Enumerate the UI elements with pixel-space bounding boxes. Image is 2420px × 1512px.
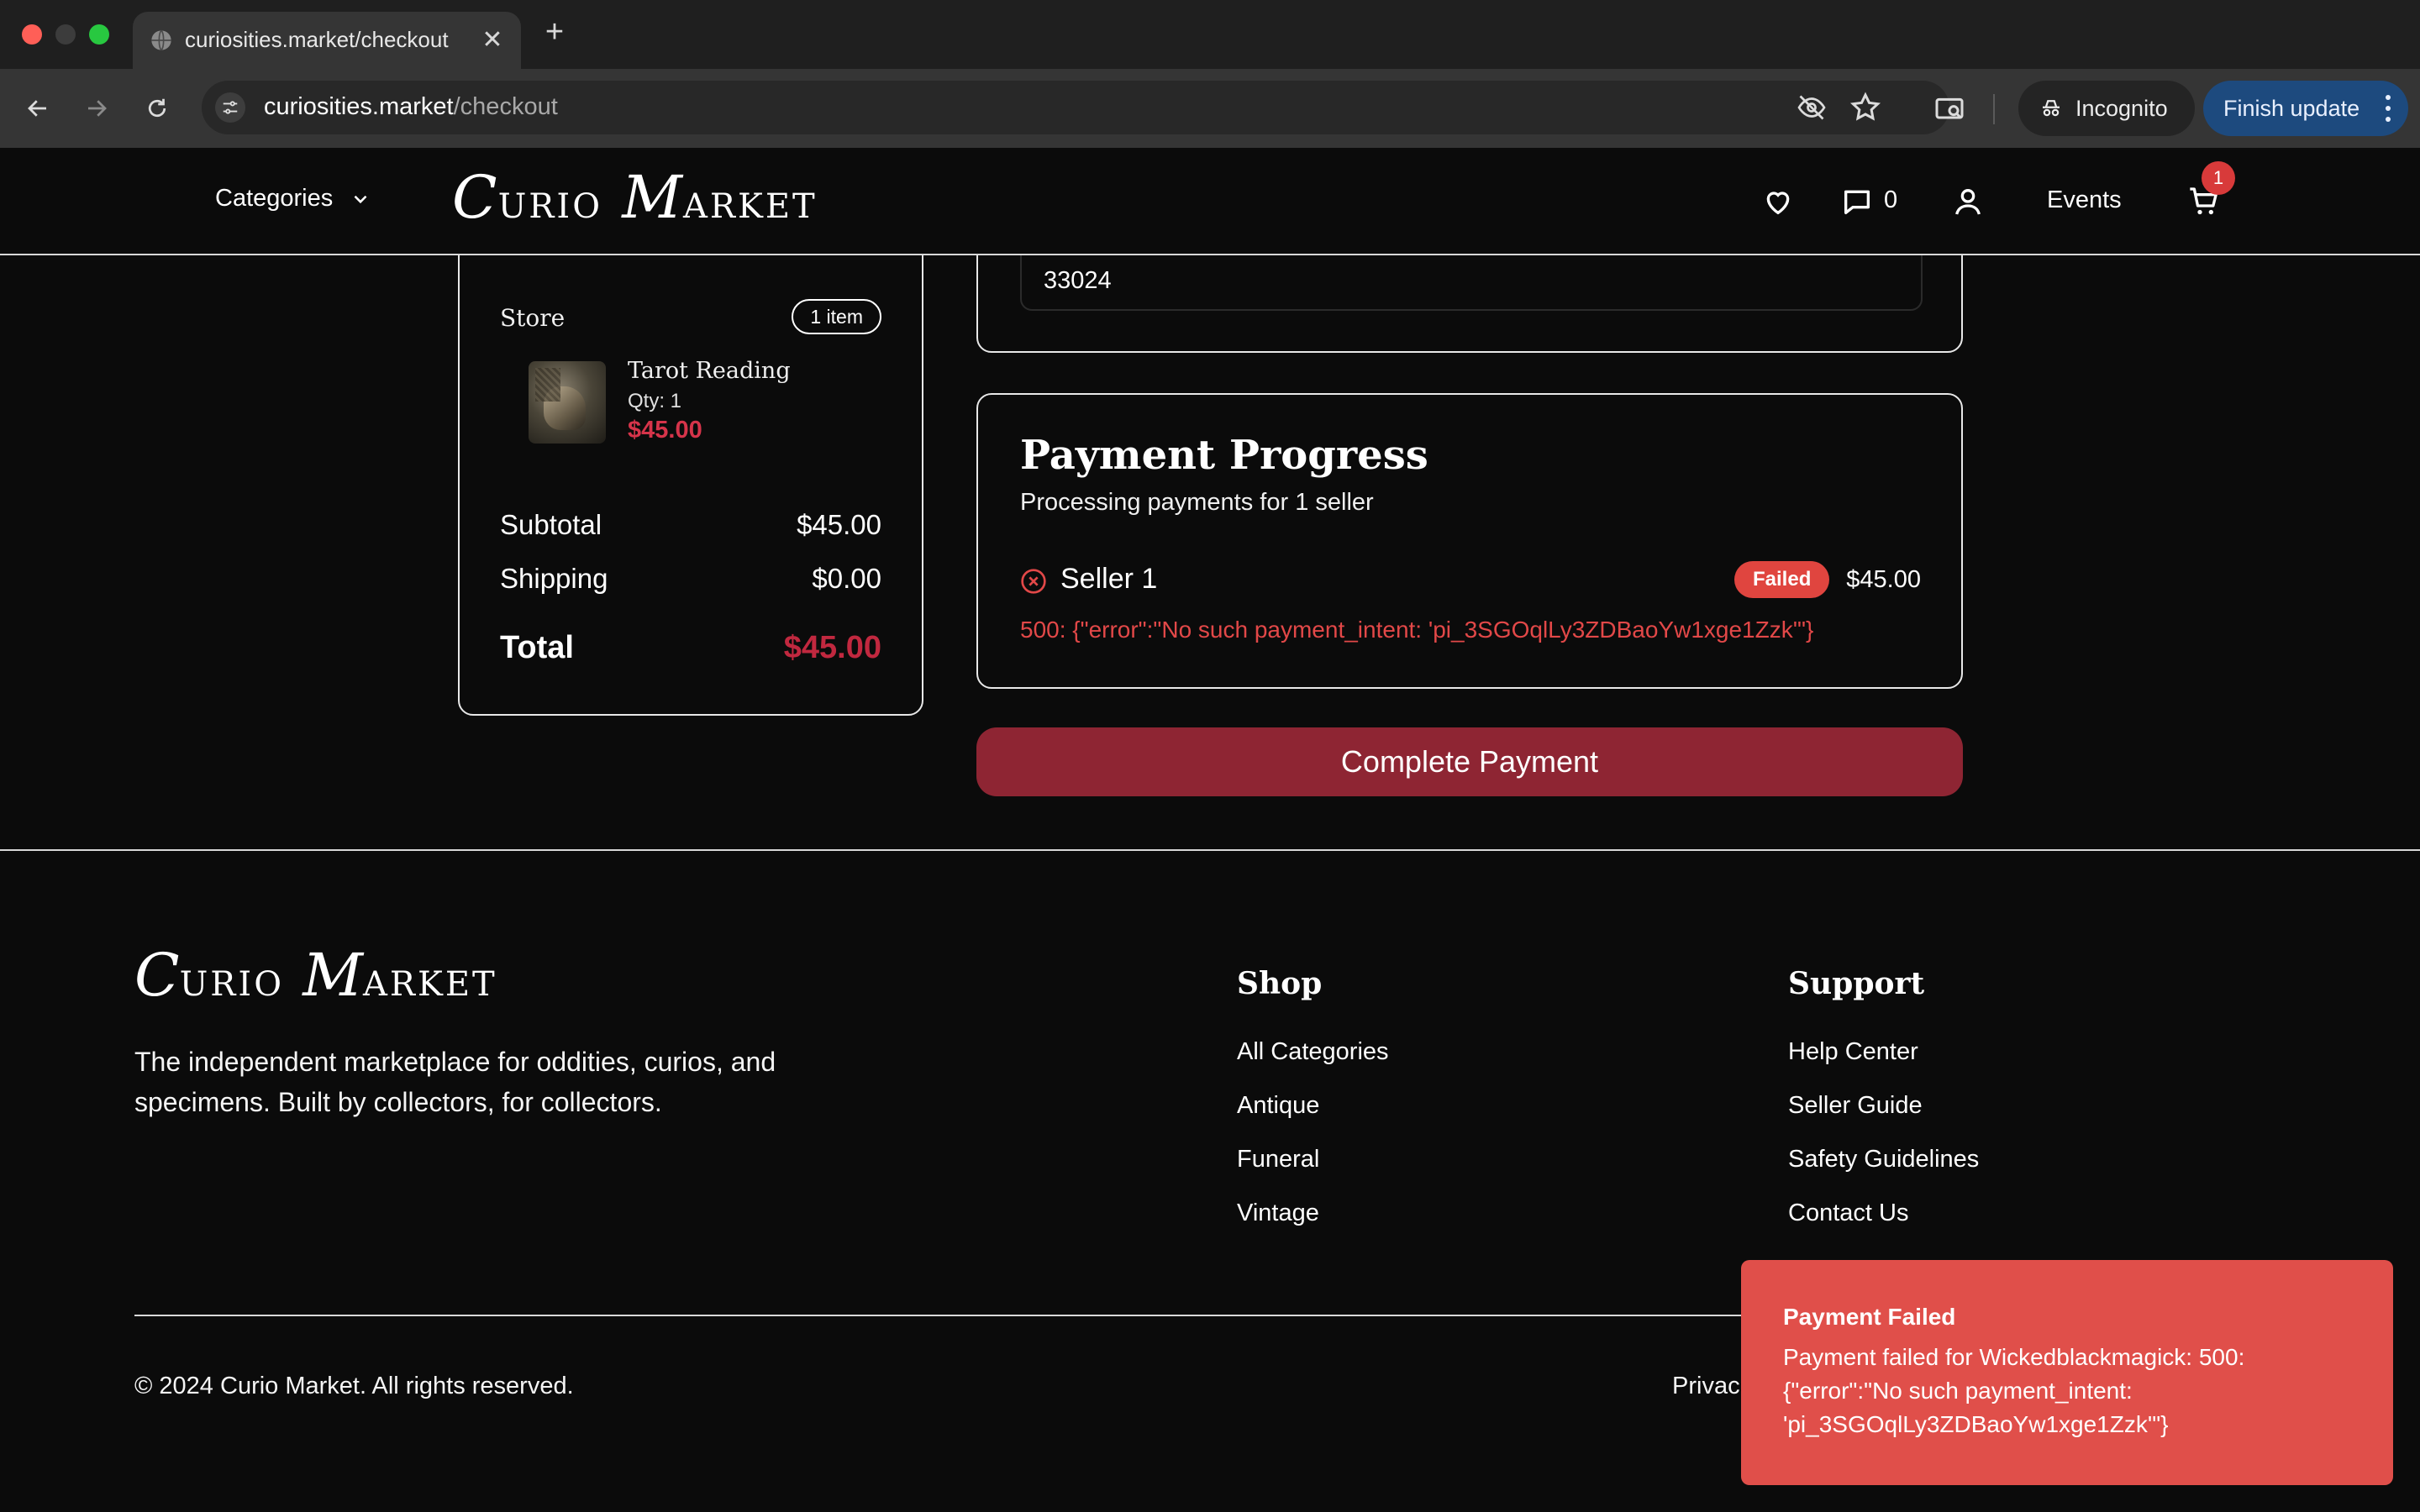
payment-progress-card: Payment Progress Processing payments for… — [976, 393, 1963, 689]
window-minimize-button[interactable] — [55, 24, 76, 45]
footer-link-help-center[interactable]: Help Center — [1788, 1038, 1918, 1066]
x-circle-icon — [1021, 569, 1046, 594]
item-count-badge: 1 item — [792, 299, 881, 334]
window-close-button[interactable] — [22, 24, 42, 45]
address-bar[interactable]: curiosities.market/checkout — [202, 81, 1949, 134]
product-thumbnail — [529, 361, 606, 444]
toast-title: Payment Failed — [1783, 1304, 1956, 1330]
total-label: Total — [500, 630, 574, 665]
footer-link-contact-us[interactable]: Contact Us — [1788, 1200, 1908, 1227]
categories-dropdown[interactable]: Categories — [215, 185, 371, 213]
complete-payment-button[interactable]: Complete Payment — [976, 727, 1963, 796]
site-logo[interactable]: CURIO MARKET — [452, 163, 818, 232]
footer-link-privacy[interactable]: Privac — [1672, 1373, 1740, 1400]
site-settings-icon[interactable] — [215, 92, 245, 123]
finish-update-label: Finish update — [2223, 95, 2360, 121]
categories-label: Categories — [215, 185, 334, 212]
chevron-down-icon — [354, 195, 367, 203]
payment-error-message: 500: {"error":"No such payment_intent: '… — [1020, 617, 1814, 643]
footer-logo[interactable]: CURIO MARKET — [134, 941, 497, 1010]
seller-amount: $45.00 — [1846, 566, 1921, 593]
support-heading: Support — [1788, 966, 1925, 1001]
shop-heading: Shop — [1237, 966, 1323, 1001]
events-link[interactable]: Events — [2047, 186, 2122, 214]
payment-progress-title: Payment Progress — [1020, 432, 1428, 479]
cart-count-badge: 1 — [2202, 161, 2235, 195]
order-summary-card: Store 1 item Tarot Reading Qty: 1 $45.00… — [458, 210, 923, 716]
footer-description: The independent marketplace for oddities… — [134, 1047, 776, 1117]
globe-icon — [151, 29, 171, 51]
incognito-label: Incognito — [2075, 95, 2168, 121]
heart-icon[interactable] — [1761, 185, 1795, 218]
incognito-button[interactable]: Incognito — [2018, 81, 2195, 136]
shipping-value: $0.00 — [812, 563, 881, 594]
back-arrow-icon[interactable] — [18, 89, 57, 128]
forward-arrow-icon[interactable] — [77, 89, 116, 128]
seller-name: Seller 1 — [1060, 563, 1158, 595]
eye-off-icon[interactable] — [1795, 92, 1828, 123]
footer-link-all-categories[interactable]: All Categories — [1237, 1038, 1389, 1066]
copyright-text: © 2024 Curio Market. All rights reserved… — [134, 1373, 574, 1399]
kebab-menu-icon[interactable] — [2385, 95, 2391, 122]
footer-divider — [0, 849, 2420, 851]
footer-link-antique[interactable]: Antique — [1237, 1092, 1319, 1120]
site-header: Categories CURIO MARKET 0 Events 1 — [0, 148, 2420, 255]
url-text: curiosities.market/checkout — [264, 93, 558, 120]
plus-icon[interactable]: + — [538, 15, 571, 49]
user-icon[interactable] — [1951, 185, 1985, 218]
product-price: $45.00 — [628, 417, 702, 444]
browser-tab-active[interactable]: curiosities.market/checkout ✕ — [133, 12, 521, 69]
subtotal-label: Subtotal — [500, 509, 602, 540]
footer-link-safety-guidelines[interactable]: Safety Guidelines — [1788, 1146, 1979, 1173]
reload-icon[interactable] — [138, 89, 176, 128]
payment-progress-subtitle: Processing payments for 1 seller — [1020, 489, 1374, 516]
footer-link-vintage[interactable]: Vintage — [1237, 1200, 1319, 1227]
store-label: Store — [500, 304, 566, 332]
product-quantity: Qty: 1 — [628, 390, 682, 412]
incognito-icon — [2043, 100, 2060, 117]
payment-failed-toast[interactable]: Payment Failed Payment failed for Wicked… — [1741, 1260, 2393, 1485]
close-icon[interactable]: ✕ — [476, 24, 509, 57]
footer-link-funeral[interactable]: Funeral — [1237, 1146, 1319, 1173]
status-badge: Failed — [1734, 561, 1830, 598]
messages-count: 0 — [1884, 186, 1898, 213]
shipping-label: Shipping — [500, 563, 608, 594]
product-name: Tarot Reading — [628, 358, 791, 384]
total-value: $45.00 — [783, 630, 881, 665]
cast-search-icon[interactable] — [1933, 92, 1966, 126]
chat-icon[interactable] — [1840, 185, 1874, 218]
browser-toolbar: curiosities.market/checkout Incognito Fi… — [0, 69, 2420, 148]
browser-tabstrip: curiosities.market/checkout ✕ + — [0, 0, 2420, 69]
finish-update-button[interactable]: Finish update — [2203, 81, 2408, 136]
footer-link-seller-guide[interactable]: Seller Guide — [1788, 1092, 1923, 1120]
toast-message: Payment failed for Wickedblackmagick: 50… — [1783, 1344, 2245, 1437]
star-icon[interactable] — [1849, 91, 1882, 124]
toolbar-divider — [1993, 94, 1995, 124]
window-maximize-button[interactable] — [89, 24, 109, 45]
subtotal-value: $45.00 — [797, 509, 881, 540]
tab-title: curiosities.market/checkout — [185, 27, 449, 52]
